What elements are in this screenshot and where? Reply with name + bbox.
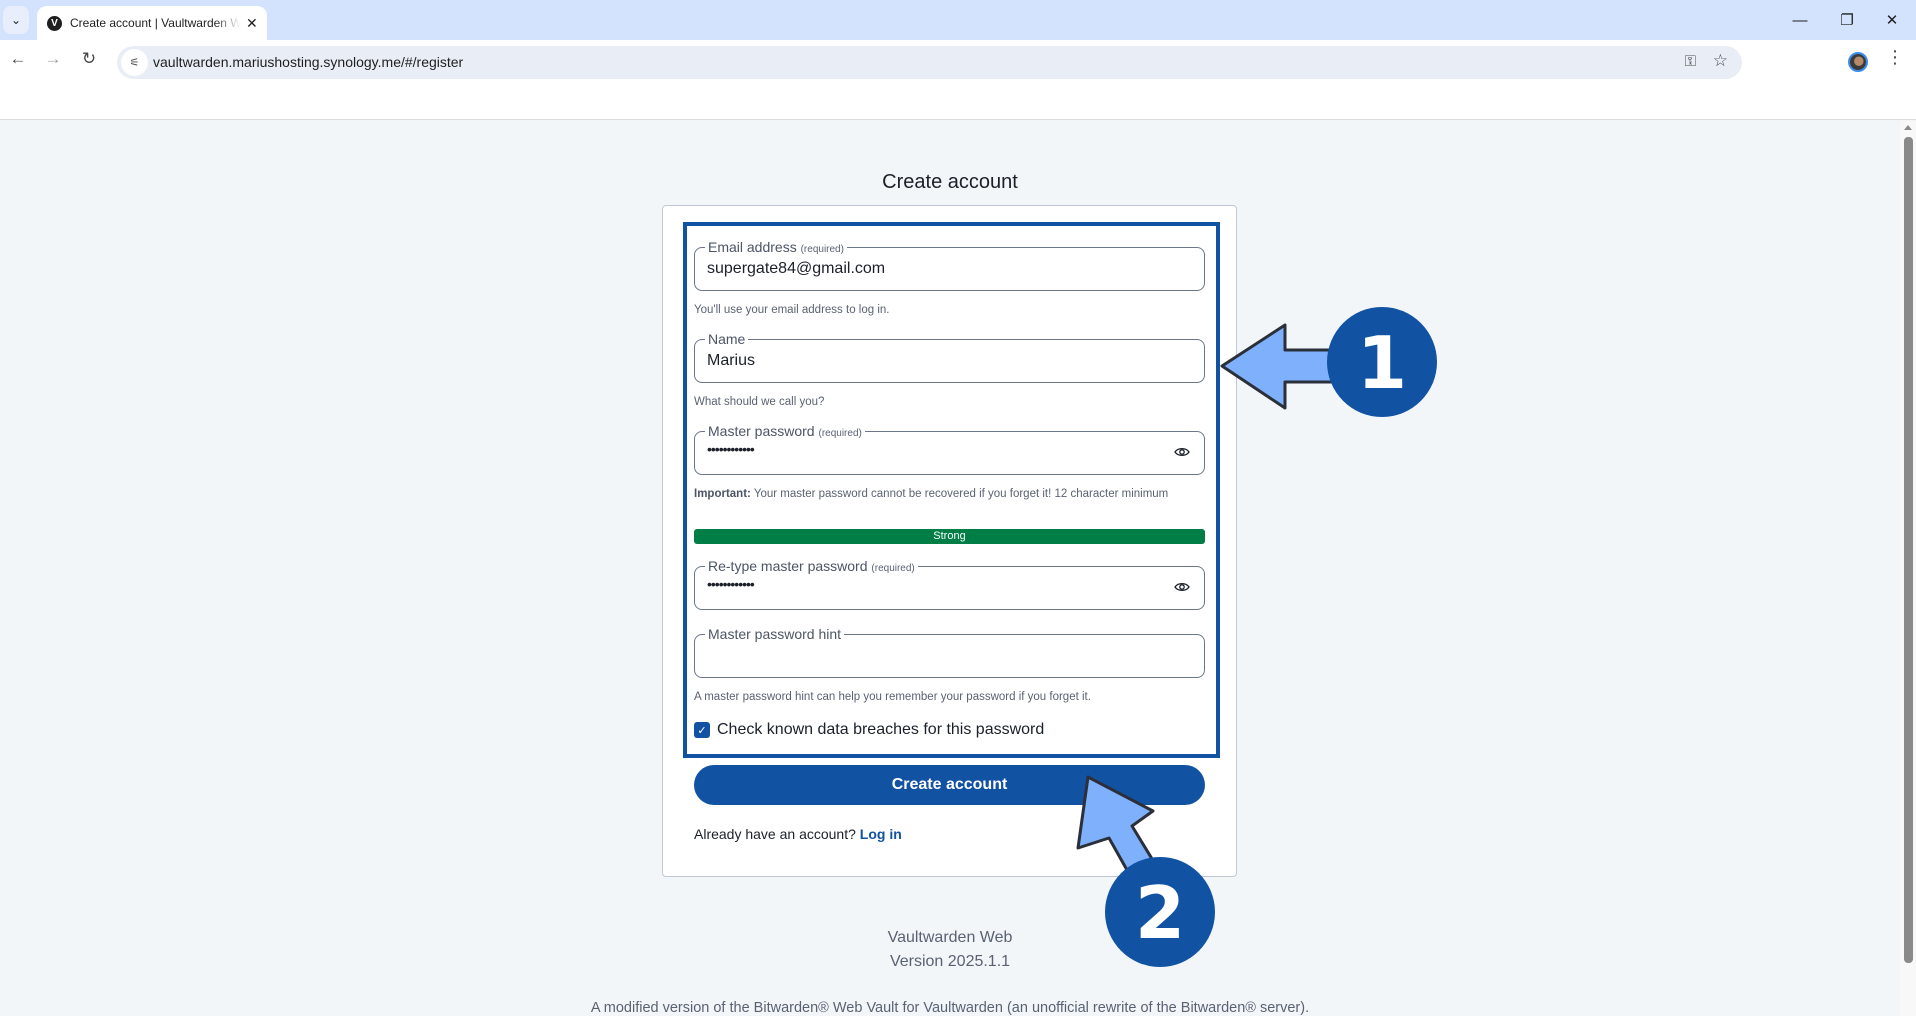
reload-button[interactable]: ↻ [76,46,102,72]
create-account-button[interactable]: Create account [694,765,1205,805]
forward-button[interactable]: → [40,46,66,72]
retype-password-field: Re-type master password (required) •••••… [694,558,1205,610]
tab-strip: ⌄ V Create account | Vaultwarden Web ✕ —… [0,0,1916,40]
email-value: supergate84@gmail.com [707,260,886,277]
restore-icon: ❐ [1840,12,1854,29]
browser-toolbar: ← → ↻ ⚟ vaultwarden.mariushosting.synolo… [0,40,1916,120]
chevron-down-icon: ⌄ [10,13,22,27]
login-prompt: Already have an account? Log in [694,826,902,842]
close-window-button[interactable]: ✕ [1872,8,1912,32]
reload-icon: ↻ [81,49,97,68]
breach-check-row[interactable]: ✓ Check known data breaches for this pas… [694,721,1044,739]
footer-disclaimer: A modified version of the Bitwarden® Web… [590,1000,1310,1016]
eye-icon[interactable] [1174,444,1190,460]
important-label: Important: [694,488,751,500]
master-password-field: Master password (required) •••••••••••• [694,423,1205,475]
kebab-menu-icon[interactable]: ⋮ [1886,48,1904,66]
scroll-up-arrow-icon[interactable] [1904,125,1912,130]
address-bar[interactable]: ⚟ vaultwarden.mariushosting.synology.me/… [117,46,1742,79]
required-tag: (required) [871,563,915,574]
register-card: Email address (required) supergate84@gma… [662,205,1237,877]
password-hint-input[interactable]: Master password hint [694,626,1205,678]
email-input[interactable]: Email address (required) supergate84@gma… [694,239,1205,291]
login-prompt-text: Already have an account? [694,826,856,842]
retype-password-label-text: Re-type master password [708,558,868,574]
email-helper: You'll use your email address to log in. [694,304,890,316]
password-hint-helper: A master password hint can help you reme… [694,691,1091,703]
required-tag: (required) [800,244,844,255]
strength-label: Strong [933,530,966,542]
retype-password-value: •••••••••••• [707,576,755,592]
vertical-scrollbar[interactable] [1900,121,1916,1016]
name-field: Name Marius [694,331,1205,383]
page-content: Create account Email address (required) … [0,121,1900,1016]
master-password-helper: Important: Your master password cannot b… [694,486,1205,502]
arrow-left-icon: ← [9,49,27,68]
master-password-label-text: Master password [708,423,815,439]
arrow-right-icon: → [44,49,62,68]
email-label: Email address (required) [705,239,847,258]
tab-title: Create account | Vaultwarden Web [70,16,240,30]
avatar[interactable] [1848,52,1868,72]
password-hint-field: Master password hint [694,626,1205,678]
close-icon: ✕ [1885,12,1899,29]
url-text[interactable]: vaultwarden.mariushosting.synology.me/#/… [153,54,463,70]
scrollbar-thumb[interactable] [1904,137,1913,963]
email-field: Email address (required) supergate84@gma… [694,239,1205,291]
master-password-label: Master password (required) [705,423,865,442]
footer-version: Version 2025.1.1 [889,953,1011,970]
key-icon[interactable]: ⚿ [1685,53,1696,70]
login-link[interactable]: Log in [860,826,902,842]
minimize-icon: — [1792,11,1808,29]
page-title: Create account [882,171,1018,193]
footer-app-name: Vaultwarden Web [887,929,1013,946]
site-info-button[interactable]: ⚟ [121,49,148,76]
name-helper: What should we call you? [694,396,825,408]
name-value: Marius [707,352,756,369]
breach-check-checkbox[interactable]: ✓ [694,722,710,738]
master-password-helper-text: Your master password cannot be recovered… [750,488,1169,500]
star-icon[interactable]: ☆ [1713,51,1728,71]
master-password-value: •••••••••••• [707,441,755,457]
name-label: Name [705,331,749,347]
minimize-button[interactable]: — [1780,8,1820,32]
vaultwarden-icon: V [47,15,62,31]
master-password-input[interactable]: Master password (required) •••••••••••• [694,423,1205,475]
close-icon[interactable]: ✕ [246,15,258,32]
name-input[interactable]: Name Marius [694,331,1205,383]
retype-password-label: Re-type master password (required) [705,558,918,577]
email-label-text: Email address [708,239,797,255]
retype-password-input[interactable]: Re-type master password (required) •••••… [694,558,1205,610]
breach-check-label[interactable]: Check known data breaches for this passw… [717,721,1044,739]
required-tag: (required) [818,428,862,439]
browser-tab-active[interactable]: V Create account | Vaultwarden Web ✕ [37,6,267,40]
password-strength-meter: Strong [694,529,1205,544]
checkmark-icon: ✓ [697,724,707,737]
tune-icon: ⚟ [129,57,140,69]
password-hint-label: Master password hint [705,626,845,642]
back-button[interactable]: ← [5,46,31,72]
tab-list-button[interactable]: ⌄ [3,6,29,34]
eye-icon[interactable] [1174,579,1190,595]
restore-button[interactable]: ❐ [1827,8,1867,32]
